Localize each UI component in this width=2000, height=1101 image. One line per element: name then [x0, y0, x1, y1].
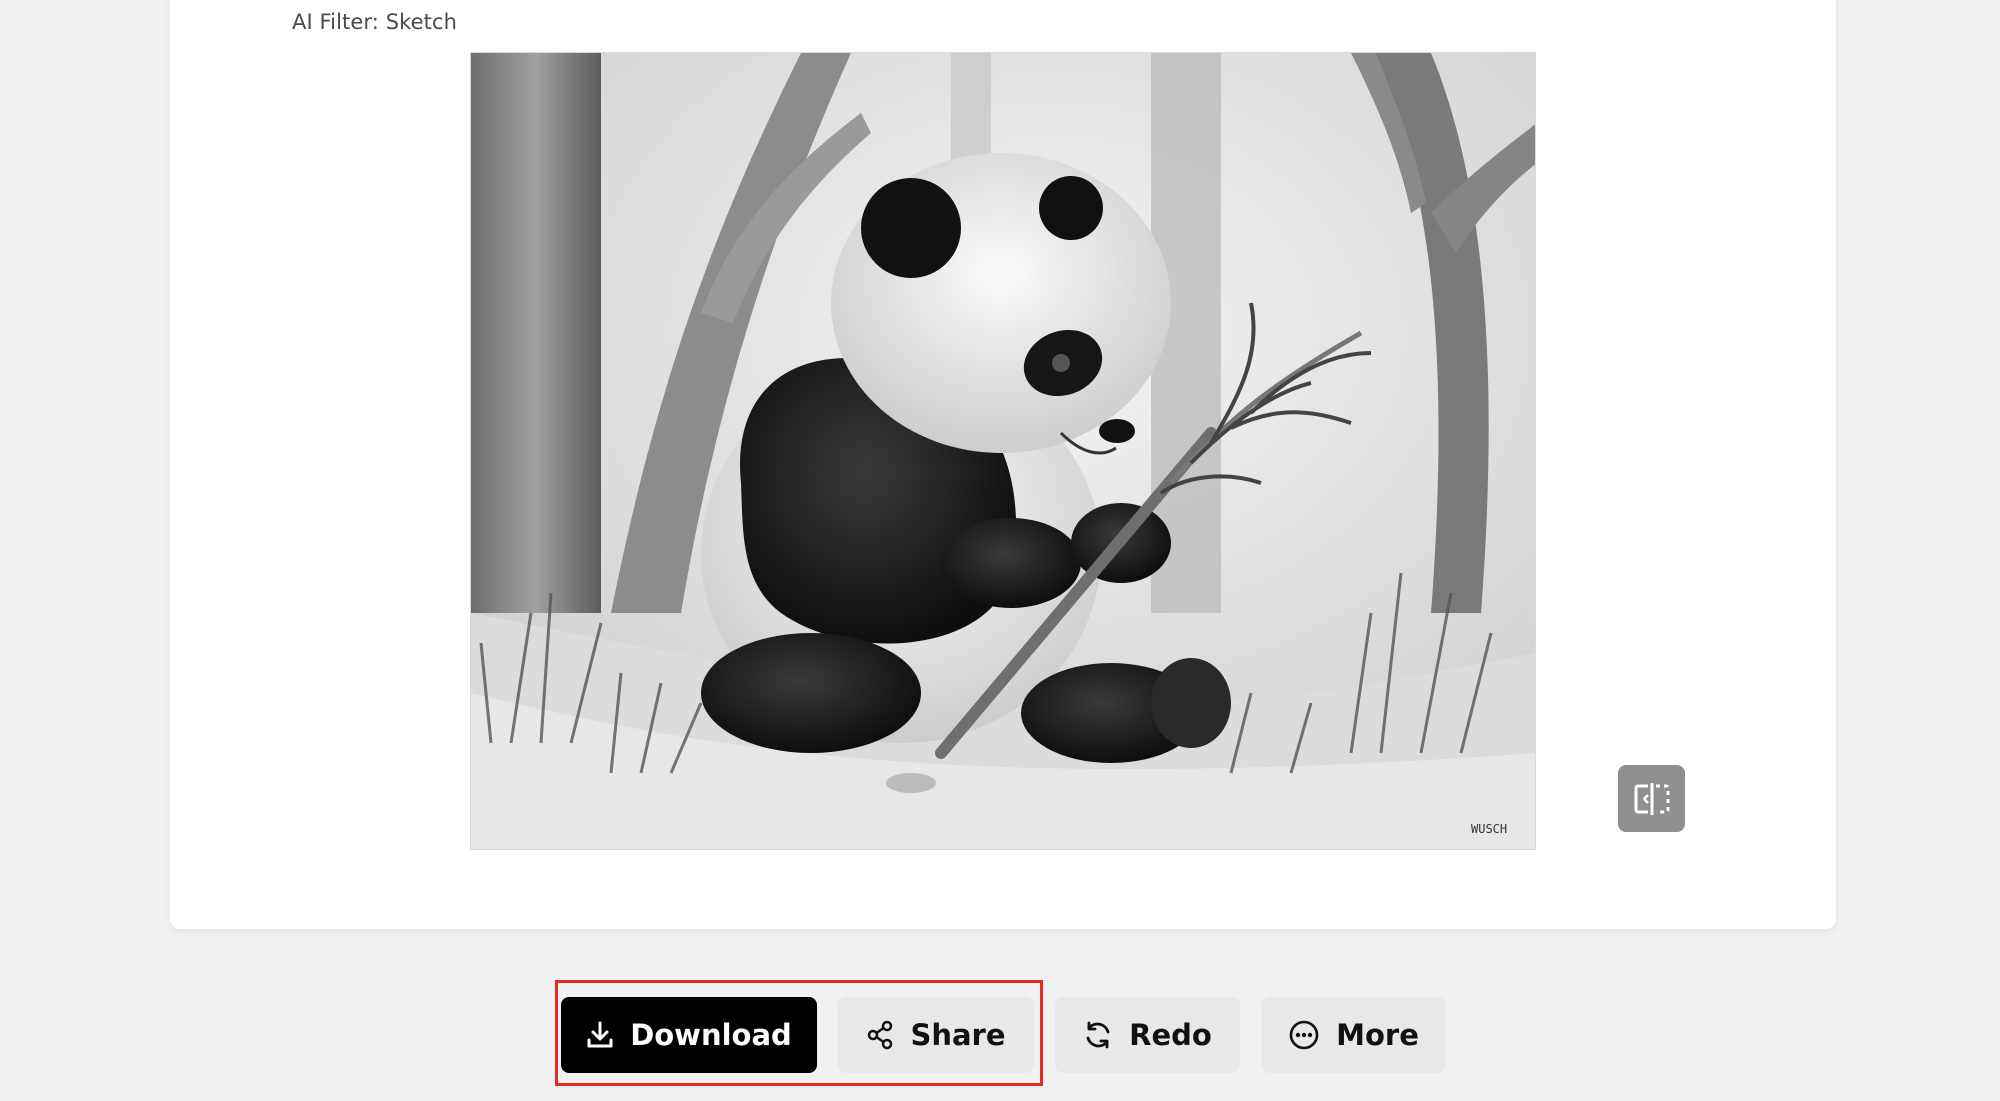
redo-button[interactable]: Redo: [1055, 997, 1240, 1073]
download-icon: [587, 1021, 613, 1048]
compare-toggle-button[interactable]: [1618, 765, 1685, 832]
download-label: Download: [630, 1018, 792, 1052]
compare-split-icon: [1634, 782, 1669, 815]
result-image: WUSCH: [470, 52, 1536, 850]
download-button[interactable]: Download: [561, 997, 817, 1073]
more-icon: [1289, 1020, 1319, 1050]
more-button[interactable]: More: [1262, 997, 1445, 1073]
filter-label: AI Filter: Sketch: [292, 10, 458, 34]
share-button[interactable]: Share: [838, 997, 1034, 1073]
panda-sketch-image: WUSCH: [471, 53, 1535, 849]
svg-text:WUSCH: WUSCH: [1471, 822, 1507, 836]
share-label: Share: [910, 1018, 1006, 1052]
share-icon: [868, 1020, 893, 1050]
more-label: More: [1336, 1018, 1419, 1052]
redo-label: Redo: [1129, 1018, 1212, 1052]
redo-icon: [1086, 1021, 1110, 1049]
action-bar: Download Share Redo More: [0, 997, 2000, 1073]
